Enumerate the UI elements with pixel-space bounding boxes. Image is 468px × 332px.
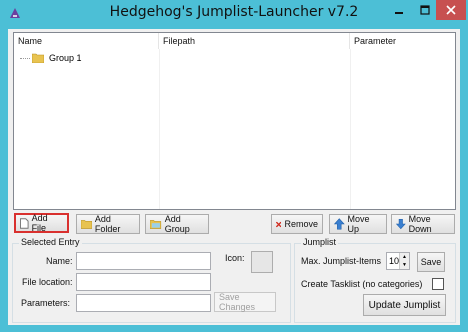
column-divider — [159, 49, 160, 209]
column-header-filepath[interactable]: Filepath — [159, 33, 350, 49]
max-items-label: Max. Jumplist-Items — [301, 256, 382, 266]
name-input[interactable] — [76, 252, 211, 270]
folder-icon — [32, 53, 44, 63]
parameters-label: Parameters: — [21, 298, 71, 308]
move-down-label: Move Down — [408, 214, 432, 234]
maximize-button[interactable] — [412, 0, 438, 20]
save-changes-label: Save Changes — [219, 292, 256, 312]
remove-x-icon — [276, 221, 282, 227]
title-bar[interactable]: Hedgehog's Jumplist-Launcher v7.2 — [0, 0, 468, 28]
save-button[interactable]: Save — [417, 252, 445, 272]
remove-button[interactable]: Remove — [271, 214, 323, 234]
move-down-button[interactable]: Move Down — [391, 214, 455, 234]
column-header-name[interactable]: Name — [14, 33, 159, 49]
max-items-spinner[interactable]: 10 ▲ ▼ — [386, 252, 410, 270]
icon-picker-button[interactable] — [251, 251, 273, 273]
tasklist-checkbox[interactable] — [432, 278, 444, 290]
update-jumplist-label: Update Jumplist — [368, 299, 441, 311]
icon-label: Icon: — [225, 253, 245, 263]
jumplist-title: Jumplist — [301, 237, 339, 247]
column-header-parameter[interactable]: Parameter — [350, 33, 455, 49]
name-label: Name: — [46, 256, 73, 266]
close-icon — [446, 5, 456, 15]
folder-icon — [81, 220, 92, 229]
arrow-up-icon — [334, 218, 345, 230]
add-group-button[interactable]: Add Group — [145, 214, 209, 234]
parameters-input[interactable] — [76, 294, 211, 312]
close-button[interactable] — [436, 0, 466, 20]
add-group-label: Add Group — [164, 214, 190, 234]
file-location-label: File location: — [22, 277, 73, 287]
add-folder-label: Add Folder — [94, 214, 121, 234]
move-up-button[interactable]: Move Up — [329, 214, 387, 234]
arrow-down-icon — [396, 218, 406, 230]
add-file-label: Add File — [31, 213, 48, 233]
selected-entry-title: Selected Entry — [19, 237, 82, 247]
minimize-button[interactable] — [386, 0, 412, 20]
tree-item-label: Group 1 — [49, 53, 82, 63]
update-jumplist-button[interactable]: Update Jumplist — [363, 294, 446, 316]
tree-item-group-1[interactable]: Group 1 — [20, 50, 82, 66]
app-window: Hedgehog's Jumplist-Launcher v7.2 Name F… — [0, 0, 468, 332]
save-changes-button[interactable]: Save Changes — [214, 292, 276, 312]
spinner-arrows-icon[interactable]: ▲ ▼ — [399, 253, 409, 269]
tree-connector — [20, 57, 30, 59]
remove-label: Remove — [284, 219, 318, 229]
tasklist-label: Create Tasklist (no categories) — [301, 279, 423, 289]
save-label: Save — [420, 257, 442, 267]
maximize-icon — [420, 5, 430, 15]
add-folder-button[interactable]: Add Folder — [76, 214, 140, 234]
minimize-icon — [395, 12, 403, 14]
entries-tree[interactable]: Name Filepath Parameter Group 1 — [13, 32, 456, 210]
max-items-value: 10 — [389, 256, 400, 266]
column-divider — [350, 49, 351, 209]
add-file-button[interactable]: Add File — [14, 213, 69, 233]
file-location-input[interactable] — [76, 273, 211, 291]
move-up-label: Move Up — [347, 214, 370, 234]
file-icon — [20, 217, 29, 229]
main-panel: Name Filepath Parameter Group 1 Add File… — [8, 29, 460, 325]
group-folder-icon — [150, 219, 162, 229]
